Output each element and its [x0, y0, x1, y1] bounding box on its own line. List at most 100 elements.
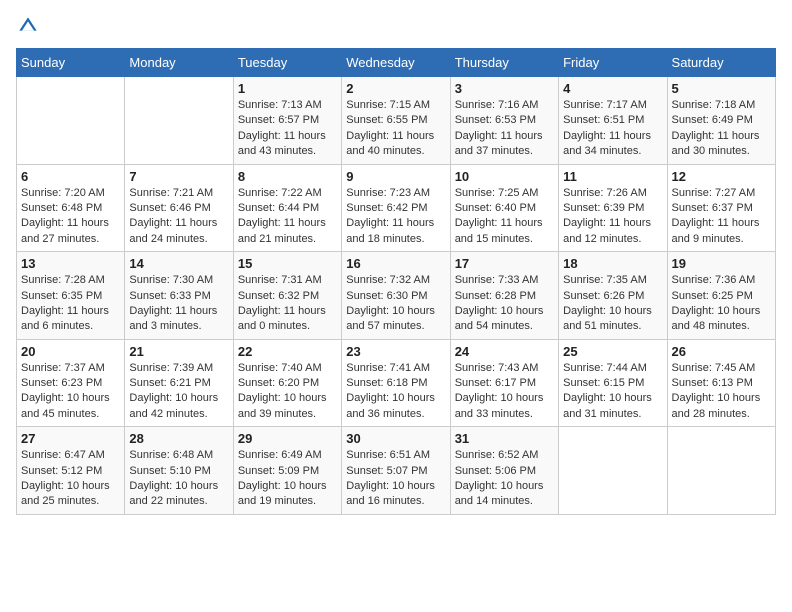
calendar-cell: 16Sunrise: 7:32 AM Sunset: 6:30 PM Dayli…: [342, 252, 450, 340]
calendar-cell: 30 Sunrise: 6:51 AM Sunset: 5:07 PM Dayli…: [342, 427, 450, 515]
calendar-cell: 17 Sunrise: 7:33 AM Sunset: 6:28 PM Dayli…: [450, 252, 558, 340]
day-info: Sunrise: 7:37 AM Sunset: 6:23 PM Dayligh…: [21, 361, 120, 423]
calendar-cell: 8 Sunrise: 7:22 AM Sunset: 6:44 PM Daylig…: [233, 164, 341, 252]
calendar-cell: 1 Sunrise: 7:13 AM Sunset: 6:57 PM Daylig…: [233, 77, 341, 165]
day-info: Sunrise: 7:43 AM Sunset: 6:17 PM Dayligh…: [455, 361, 554, 423]
day-number: 4: [563, 81, 662, 96]
day-number: 20: [21, 344, 120, 359]
day-info: Sunrise: 7:21 AM Sunset: 6:46 PM Dayligh…: [129, 186, 228, 248]
calendar-cell: 13Sunrise: 7:28 AM Sunset: 6:35 PM Dayli…: [17, 252, 125, 340]
page-header: [16, 16, 776, 36]
day-info: Sunrise: 7:17 AM Sunset: 6:51 PM Dayligh…: [563, 98, 662, 160]
day-number: 17: [455, 256, 554, 271]
calendar-cell: 21 Sunrise: 7:39 AM Sunset: 6:21 PM Dayli…: [125, 339, 233, 427]
calendar-cell: 26 Sunrise: 7:45 AM Sunset: 6:13 PM Dayli…: [667, 339, 775, 427]
day-number: 28: [129, 431, 228, 446]
day-number: 15: [238, 256, 337, 271]
day-number: 25: [563, 344, 662, 359]
day-info: Sunrise: 7:36 AM Sunset: 6:25 PM Dayligh…: [672, 273, 771, 335]
day-of-week-header: Wednesday: [342, 49, 450, 77]
day-number: 8: [238, 169, 337, 184]
logo-icon: [18, 16, 38, 36]
calendar-week-row: 6Sunrise: 7:20 AM Sunset: 6:48 PM Daylig…: [17, 164, 776, 252]
calendar-cell: 12 Sunrise: 7:27 AM Sunset: 6:37 PM Dayli…: [667, 164, 775, 252]
calendar-cell: 23 Sunrise: 7:41 AM Sunset: 6:18 PM Dayli…: [342, 339, 450, 427]
day-info: Sunrise: 7:39 AM Sunset: 6:21 PM Dayligh…: [129, 361, 228, 423]
calendar-cell: 7 Sunrise: 7:21 AM Sunset: 6:46 PM Daylig…: [125, 164, 233, 252]
day-number: 12: [672, 169, 771, 184]
day-info: Sunrise: 7:45 AM Sunset: 6:13 PM Dayligh…: [672, 361, 771, 423]
day-number: 30: [346, 431, 445, 446]
day-info: Sunrise: 7:15 AM Sunset: 6:55 PM Dayligh…: [346, 98, 445, 160]
day-number: 22: [238, 344, 337, 359]
calendar-cell: 6Sunrise: 7:20 AM Sunset: 6:48 PM Daylig…: [17, 164, 125, 252]
day-number: 11: [563, 169, 662, 184]
calendar-cell: 22Sunrise: 7:40 AM Sunset: 6:20 PM Dayli…: [233, 339, 341, 427]
calendar-cell: 9Sunrise: 7:23 AM Sunset: 6:42 PM Daylig…: [342, 164, 450, 252]
day-number: 1: [238, 81, 337, 96]
calendar-cell: 25 Sunrise: 7:44 AM Sunset: 6:15 PM Dayli…: [559, 339, 667, 427]
day-info: Sunrise: 7:31 AM Sunset: 6:32 PM Dayligh…: [238, 273, 337, 335]
calendar-cell: 27 Sunrise: 6:47 AM Sunset: 5:12 PM Dayli…: [17, 427, 125, 515]
calendar-cell: 11Sunrise: 7:26 AM Sunset: 6:39 PM Dayli…: [559, 164, 667, 252]
day-number: 24: [455, 344, 554, 359]
day-info: Sunrise: 7:35 AM Sunset: 6:26 PM Dayligh…: [563, 273, 662, 335]
day-number: 27: [21, 431, 120, 446]
calendar-week-row: 27 Sunrise: 6:47 AM Sunset: 5:12 PM Dayli…: [17, 427, 776, 515]
day-info: Sunrise: 7:41 AM Sunset: 6:18 PM Dayligh…: [346, 361, 445, 423]
day-info: Sunrise: 6:49 AM Sunset: 5:09 PM Dayligh…: [238, 448, 337, 510]
day-number: 26: [672, 344, 771, 359]
day-info: Sunrise: 7:25 AM Sunset: 6:40 PM Dayligh…: [455, 186, 554, 248]
calendar-cell: 31Sunrise: 6:52 AM Sunset: 5:06 PM Dayli…: [450, 427, 558, 515]
calendar-cell: 3Sunrise: 7:16 AM Sunset: 6:53 PM Daylig…: [450, 77, 558, 165]
day-of-week-header: Thursday: [450, 49, 558, 77]
calendar-cell: 4 Sunrise: 7:17 AM Sunset: 6:51 PM Daylig…: [559, 77, 667, 165]
calendar-cell: [17, 77, 125, 165]
calendar-cell: 20 Sunrise: 7:37 AM Sunset: 6:23 PM Dayli…: [17, 339, 125, 427]
day-number: 6: [21, 169, 120, 184]
calendar-cell: 2 Sunrise: 7:15 AM Sunset: 6:55 PM Daylig…: [342, 77, 450, 165]
calendar-cell: 28 Sunrise: 6:48 AM Sunset: 5:10 PM Dayli…: [125, 427, 233, 515]
calendar-cell: 14Sunrise: 7:30 AM Sunset: 6:33 PM Dayli…: [125, 252, 233, 340]
day-info: Sunrise: 7:30 AM Sunset: 6:33 PM Dayligh…: [129, 273, 228, 335]
calendar-week-row: 20 Sunrise: 7:37 AM Sunset: 6:23 PM Dayli…: [17, 339, 776, 427]
day-number: 23: [346, 344, 445, 359]
day-info: Sunrise: 6:48 AM Sunset: 5:10 PM Dayligh…: [129, 448, 228, 510]
calendar-header-row: SundayMondayTuesdayWednesdayThursdayFrid…: [17, 49, 776, 77]
calendar-cell: 24 Sunrise: 7:43 AM Sunset: 6:17 PM Dayli…: [450, 339, 558, 427]
day-of-week-header: Saturday: [667, 49, 775, 77]
day-of-week-header: Friday: [559, 49, 667, 77]
calendar-cell: 29Sunrise: 6:49 AM Sunset: 5:09 PM Dayli…: [233, 427, 341, 515]
calendar-cell: 5 Sunrise: 7:18 AM Sunset: 6:49 PM Daylig…: [667, 77, 775, 165]
calendar-cell: 15 Sunrise: 7:31 AM Sunset: 6:32 PM Dayli…: [233, 252, 341, 340]
day-number: 5: [672, 81, 771, 96]
day-of-week-header: Sunday: [17, 49, 125, 77]
day-number: 9: [346, 169, 445, 184]
day-info: Sunrise: 6:52 AM Sunset: 5:06 PM Dayligh…: [455, 448, 554, 510]
day-of-week-header: Tuesday: [233, 49, 341, 77]
calendar-cell: [667, 427, 775, 515]
day-info: Sunrise: 6:51 AM Sunset: 5:07 PM Dayligh…: [346, 448, 445, 510]
day-number: 21: [129, 344, 228, 359]
calendar-cell: [125, 77, 233, 165]
day-info: Sunrise: 6:47 AM Sunset: 5:12 PM Dayligh…: [21, 448, 120, 510]
day-number: 19: [672, 256, 771, 271]
calendar-cell: 18 Sunrise: 7:35 AM Sunset: 6:26 PM Dayli…: [559, 252, 667, 340]
calendar-table: SundayMondayTuesdayWednesdayThursdayFrid…: [16, 48, 776, 515]
day-info: Sunrise: 7:27 AM Sunset: 6:37 PM Dayligh…: [672, 186, 771, 248]
day-number: 13: [21, 256, 120, 271]
day-number: 7: [129, 169, 228, 184]
day-number: 18: [563, 256, 662, 271]
day-info: Sunrise: 7:22 AM Sunset: 6:44 PM Dayligh…: [238, 186, 337, 248]
day-info: Sunrise: 7:33 AM Sunset: 6:28 PM Dayligh…: [455, 273, 554, 335]
day-info: Sunrise: 7:44 AM Sunset: 6:15 PM Dayligh…: [563, 361, 662, 423]
calendar-week-row: 13Sunrise: 7:28 AM Sunset: 6:35 PM Dayli…: [17, 252, 776, 340]
day-info: Sunrise: 7:13 AM Sunset: 6:57 PM Dayligh…: [238, 98, 337, 160]
day-number: 16: [346, 256, 445, 271]
day-number: 2: [346, 81, 445, 96]
logo: [16, 16, 40, 36]
day-info: Sunrise: 7:18 AM Sunset: 6:49 PM Dayligh…: [672, 98, 771, 160]
calendar-cell: 10 Sunrise: 7:25 AM Sunset: 6:40 PM Dayli…: [450, 164, 558, 252]
day-number: 10: [455, 169, 554, 184]
calendar-cell: 19 Sunrise: 7:36 AM Sunset: 6:25 PM Dayli…: [667, 252, 775, 340]
